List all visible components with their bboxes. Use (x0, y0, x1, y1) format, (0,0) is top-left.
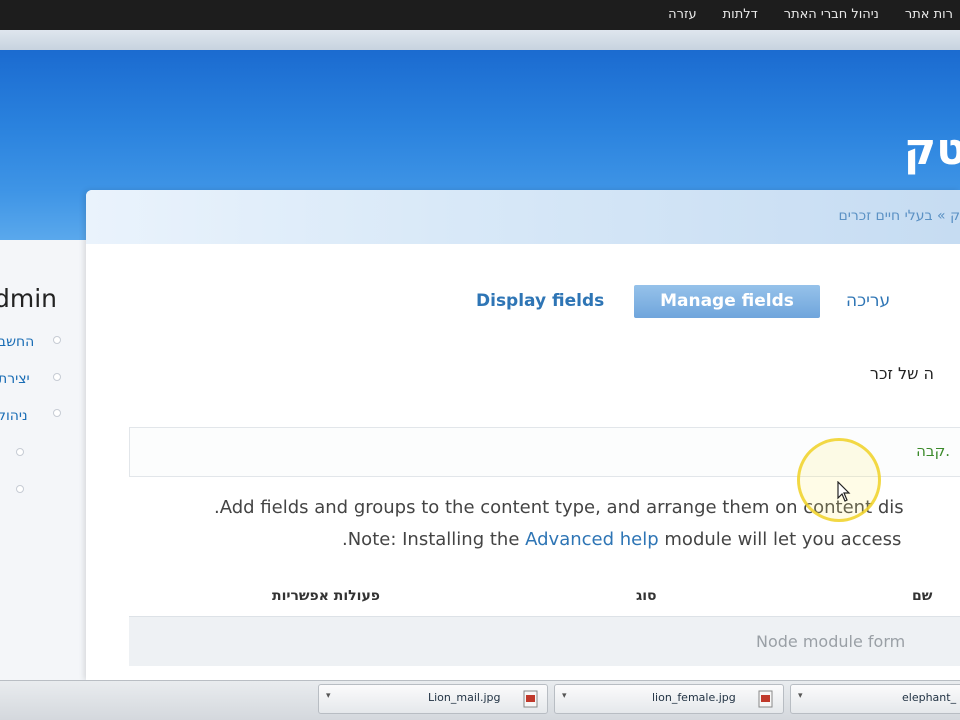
chevron-down-icon[interactable]: ▾ (562, 691, 567, 701)
chevron-down-icon[interactable]: ▾ (326, 691, 331, 701)
sidebar-item-account[interactable]: החשב (0, 334, 34, 350)
admin-toolbar: רות אתר ניהול חברי האתר דלתות עזרה (0, 0, 960, 30)
toolbar-links: רות אתר ניהול חברי האתר דלתות עזרה (655, 0, 960, 30)
breadcrumb[interactable]: ק » בעלי חיים זכרים (838, 208, 960, 224)
toolbar-shortcut-strip (0, 30, 960, 50)
toolbar-link-user-management[interactable]: ניהול חברי האתר (771, 0, 892, 30)
column-header-type: סוג (636, 588, 657, 604)
tab-display-fields[interactable]: Display fields (476, 285, 604, 318)
advanced-help-link[interactable]: Advanced help (525, 529, 659, 550)
bullet-icon (16, 448, 24, 456)
column-header-operations: פעולות אפשריות (272, 588, 380, 604)
bullet-icon (53, 373, 61, 381)
toolbar-link-site-building[interactable]: רות אתר (892, 0, 960, 30)
chevron-down-icon[interactable]: ▾ (798, 691, 803, 701)
toolbar-link-reports[interactable]: דלתות (710, 0, 771, 30)
image-file-icon (758, 690, 773, 708)
download-filename: Lion_mail.jpg (428, 691, 501, 704)
help-text-line-2: .Note: Installing the Advanced help modu… (342, 529, 901, 550)
tab-edit[interactable]: עריכה (846, 285, 890, 318)
tab-manage-fields[interactable]: Manage fields (634, 285, 820, 318)
site-title[interactable]: טק (904, 124, 960, 175)
sidebar-item-create[interactable]: יצירת (0, 371, 30, 387)
mouse-cursor-icon (837, 481, 851, 502)
bullet-icon (16, 485, 24, 493)
bullet-icon (53, 409, 61, 417)
toolbar-link-help[interactable]: עזרה (655, 0, 709, 30)
download-filename: lion_female.jpg (652, 691, 736, 704)
bullet-icon (53, 336, 61, 344)
table-cell-name: Node module form (756, 632, 906, 651)
page-subtitle: ה של זכר (869, 364, 934, 383)
download-filename: elephant_ (902, 691, 957, 704)
breadcrumb-bar (86, 190, 960, 244)
status-message: קבה. (916, 442, 950, 460)
sidebar-username: dmin (0, 284, 58, 313)
cursor-highlight (797, 438, 881, 522)
sidebar-item-manage[interactable]: ניהול (0, 408, 28, 424)
help-text-suffix: module will let you access (658, 529, 902, 550)
help-text-prefix: .Note: Installing the (342, 529, 526, 550)
column-header-name: שם (912, 588, 933, 604)
image-file-icon (523, 690, 538, 708)
help-text-line-1: .Add fields and groups to the content ty… (214, 497, 904, 518)
